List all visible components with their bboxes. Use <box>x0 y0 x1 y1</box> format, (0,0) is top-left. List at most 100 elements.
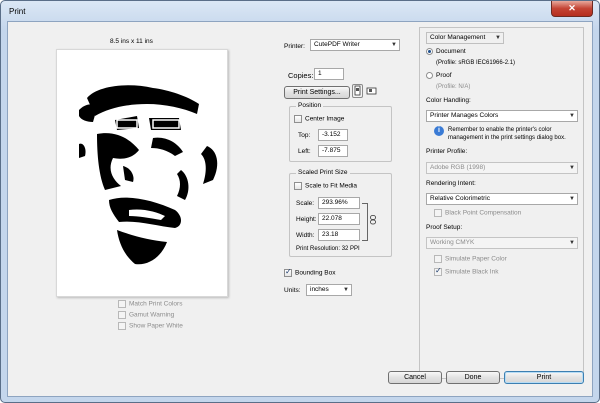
left-label: Left: <box>298 148 311 155</box>
landscape-icon <box>366 87 377 95</box>
chain-link-icon[interactable] <box>370 215 376 227</box>
printer-select[interactable]: CutePDF Writer ▼ <box>310 39 400 51</box>
printer-label: Printer: <box>284 43 305 50</box>
black-point-option[interactable]: Black Point Compensation <box>434 209 521 217</box>
document-label: Document <box>436 48 466 56</box>
color-management-notice: Remember to enable the printer's color m… <box>448 127 566 141</box>
scale-to-fit-label: Scale to Fit Media <box>305 182 358 190</box>
landscape-orientation-button[interactable] <box>366 84 377 98</box>
black-point-label: Black Point Compensation <box>445 209 522 217</box>
show-paper-white-checkbox[interactable] <box>118 322 126 330</box>
copies-input[interactable]: 1 <box>314 68 344 80</box>
gamut-warning-option[interactable]: Gamut Warning <box>118 311 174 319</box>
bounding-box-checkbox[interactable] <box>284 267 292 277</box>
units-select[interactable]: inches ▼ <box>306 284 352 296</box>
document-radio-option[interactable]: Document <box>426 48 466 55</box>
show-paper-white-label: Show Paper White <box>129 322 183 330</box>
document-radio[interactable] <box>426 48 433 55</box>
done-button[interactable]: Done <box>446 371 500 384</box>
dialog-body: 8.5 ins x 11 ins Match Print Colors Gamu… <box>7 21 593 397</box>
bounding-box-option[interactable]: Bounding Box <box>284 267 336 277</box>
scale-label: Scale: <box>296 200 315 207</box>
width-input[interactable]: 23.18 <box>318 229 360 241</box>
top-label: Top: <box>298 132 311 139</box>
scaled-print-size-title: Scaled Print Size <box>296 169 350 176</box>
proof-radio[interactable] <box>426 72 433 79</box>
copies-label: Copies: <box>288 71 314 80</box>
color-management-value: Color Management <box>430 34 486 41</box>
proof-profile: (Profile: N/A) <box>436 84 471 90</box>
document-profile: (Profile: sRGB IEC61966-2.1) <box>436 60 516 66</box>
proof-label: Proof <box>436 72 452 80</box>
bounding-box-label: Bounding Box <box>295 269 336 277</box>
chevron-down-icon: ▼ <box>569 196 575 202</box>
printer-profile-select[interactable]: Adobe RGB (1998) ▼ <box>426 162 578 174</box>
color-handling-label: Color Handling: <box>426 97 471 104</box>
position-group-title: Position <box>296 102 324 109</box>
simulate-paper-label: Simulate Paper Color <box>445 255 507 263</box>
units-label: Units: <box>284 287 301 294</box>
gamut-warning-checkbox[interactable] <box>118 311 126 319</box>
black-point-checkbox[interactable] <box>434 209 442 217</box>
constrain-bracket <box>362 203 368 241</box>
color-handling-value: Printer Manages Colors <box>430 112 499 119</box>
scaled-print-size-group: Scaled Print Size Scale to Fit Media Sca… <box>289 169 392 257</box>
chevron-down-icon: ▼ <box>495 35 501 41</box>
proof-radio-option[interactable]: Proof <box>426 72 452 79</box>
proof-setup-label: Proof Setup: <box>426 224 463 231</box>
proof-setup-select[interactable]: Working CMYK ▼ <box>426 237 578 249</box>
center-image-option[interactable]: Center Image <box>294 115 344 123</box>
chevron-down-icon: ▼ <box>569 165 575 171</box>
center-image-checkbox[interactable] <box>294 115 302 123</box>
preview-image <box>79 85 218 265</box>
close-icon: ✕ <box>568 3 576 13</box>
center-image-label: Center Image <box>305 115 345 123</box>
show-paper-white-option[interactable]: Show Paper White <box>118 322 183 330</box>
simulate-paper-checkbox[interactable] <box>434 255 442 263</box>
portrait-orientation-button[interactable] <box>352 84 363 98</box>
match-print-colors-checkbox[interactable] <box>118 300 126 308</box>
color-handling-select[interactable]: Printer Manages Colors ▼ <box>426 110 578 122</box>
match-print-colors-option[interactable]: Match Print Colors <box>118 300 182 308</box>
color-management-panel: Color Management ▼ Document (Profile: sR… <box>419 27 584 379</box>
chevron-down-icon: ▼ <box>569 113 575 119</box>
proof-setup-value: Working CMYK <box>430 239 475 246</box>
chevron-down-icon: ▼ <box>391 42 397 48</box>
scale-input[interactable]: 293.96% <box>318 197 360 209</box>
printer-profile-label: Printer Profile: <box>426 148 468 155</box>
top-input[interactable]: -3.152 <box>318 129 348 141</box>
paper-size-label: 8.5 ins x 11 ins <box>110 38 153 45</box>
simulate-paper-option[interactable]: Simulate Paper Color <box>434 255 507 263</box>
left-input[interactable]: -7.875 <box>318 145 348 157</box>
printer-value: CutePDF Writer <box>314 41 360 48</box>
position-group: Position Center Image Top: -3.152 Left: … <box>289 102 392 162</box>
window-title: Print <box>9 7 26 16</box>
printer-profile-value: Adobe RGB (1998) <box>430 164 486 171</box>
scale-to-fit-checkbox[interactable] <box>294 182 302 190</box>
height-label: Height: <box>296 216 317 223</box>
units-value: inches <box>310 286 329 293</box>
portrait-icon <box>354 85 361 96</box>
width-label: Width: <box>296 232 315 239</box>
match-print-colors-label: Match Print Colors <box>129 300 183 308</box>
rendering-intent-select[interactable]: Relative Colorimetric ▼ <box>426 193 578 205</box>
close-button[interactable]: ✕ <box>551 1 593 17</box>
gamut-warning-label: Gamut Warning <box>129 311 175 319</box>
rendering-intent-label: Rendering Intent: <box>426 180 476 187</box>
scale-to-fit-option[interactable]: Scale to Fit Media <box>294 182 357 190</box>
print-resolution: Print Resolution: 32 PPI <box>296 246 360 252</box>
title-bar[interactable]: Print ✕ <box>1 1 599 21</box>
print-preview[interactable] <box>56 49 228 297</box>
height-input[interactable]: 22.078 <box>318 213 360 225</box>
print-button[interactable]: Print <box>504 371 584 384</box>
rendering-intent-value: Relative Colorimetric <box>430 195 490 202</box>
color-management-select[interactable]: Color Management ▼ <box>426 32 504 44</box>
simulate-black-label: Simulate Black Ink <box>445 268 499 276</box>
simulate-black-option[interactable]: Simulate Black Ink <box>434 266 499 276</box>
chevron-down-icon: ▼ <box>343 287 349 293</box>
info-icon: i <box>434 126 444 136</box>
simulate-black-checkbox[interactable] <box>434 266 442 276</box>
print-settings-button[interactable]: Print Settings... <box>284 86 350 99</box>
cancel-button[interactable]: Cancel <box>388 371 442 384</box>
chevron-down-icon: ▼ <box>569 240 575 246</box>
